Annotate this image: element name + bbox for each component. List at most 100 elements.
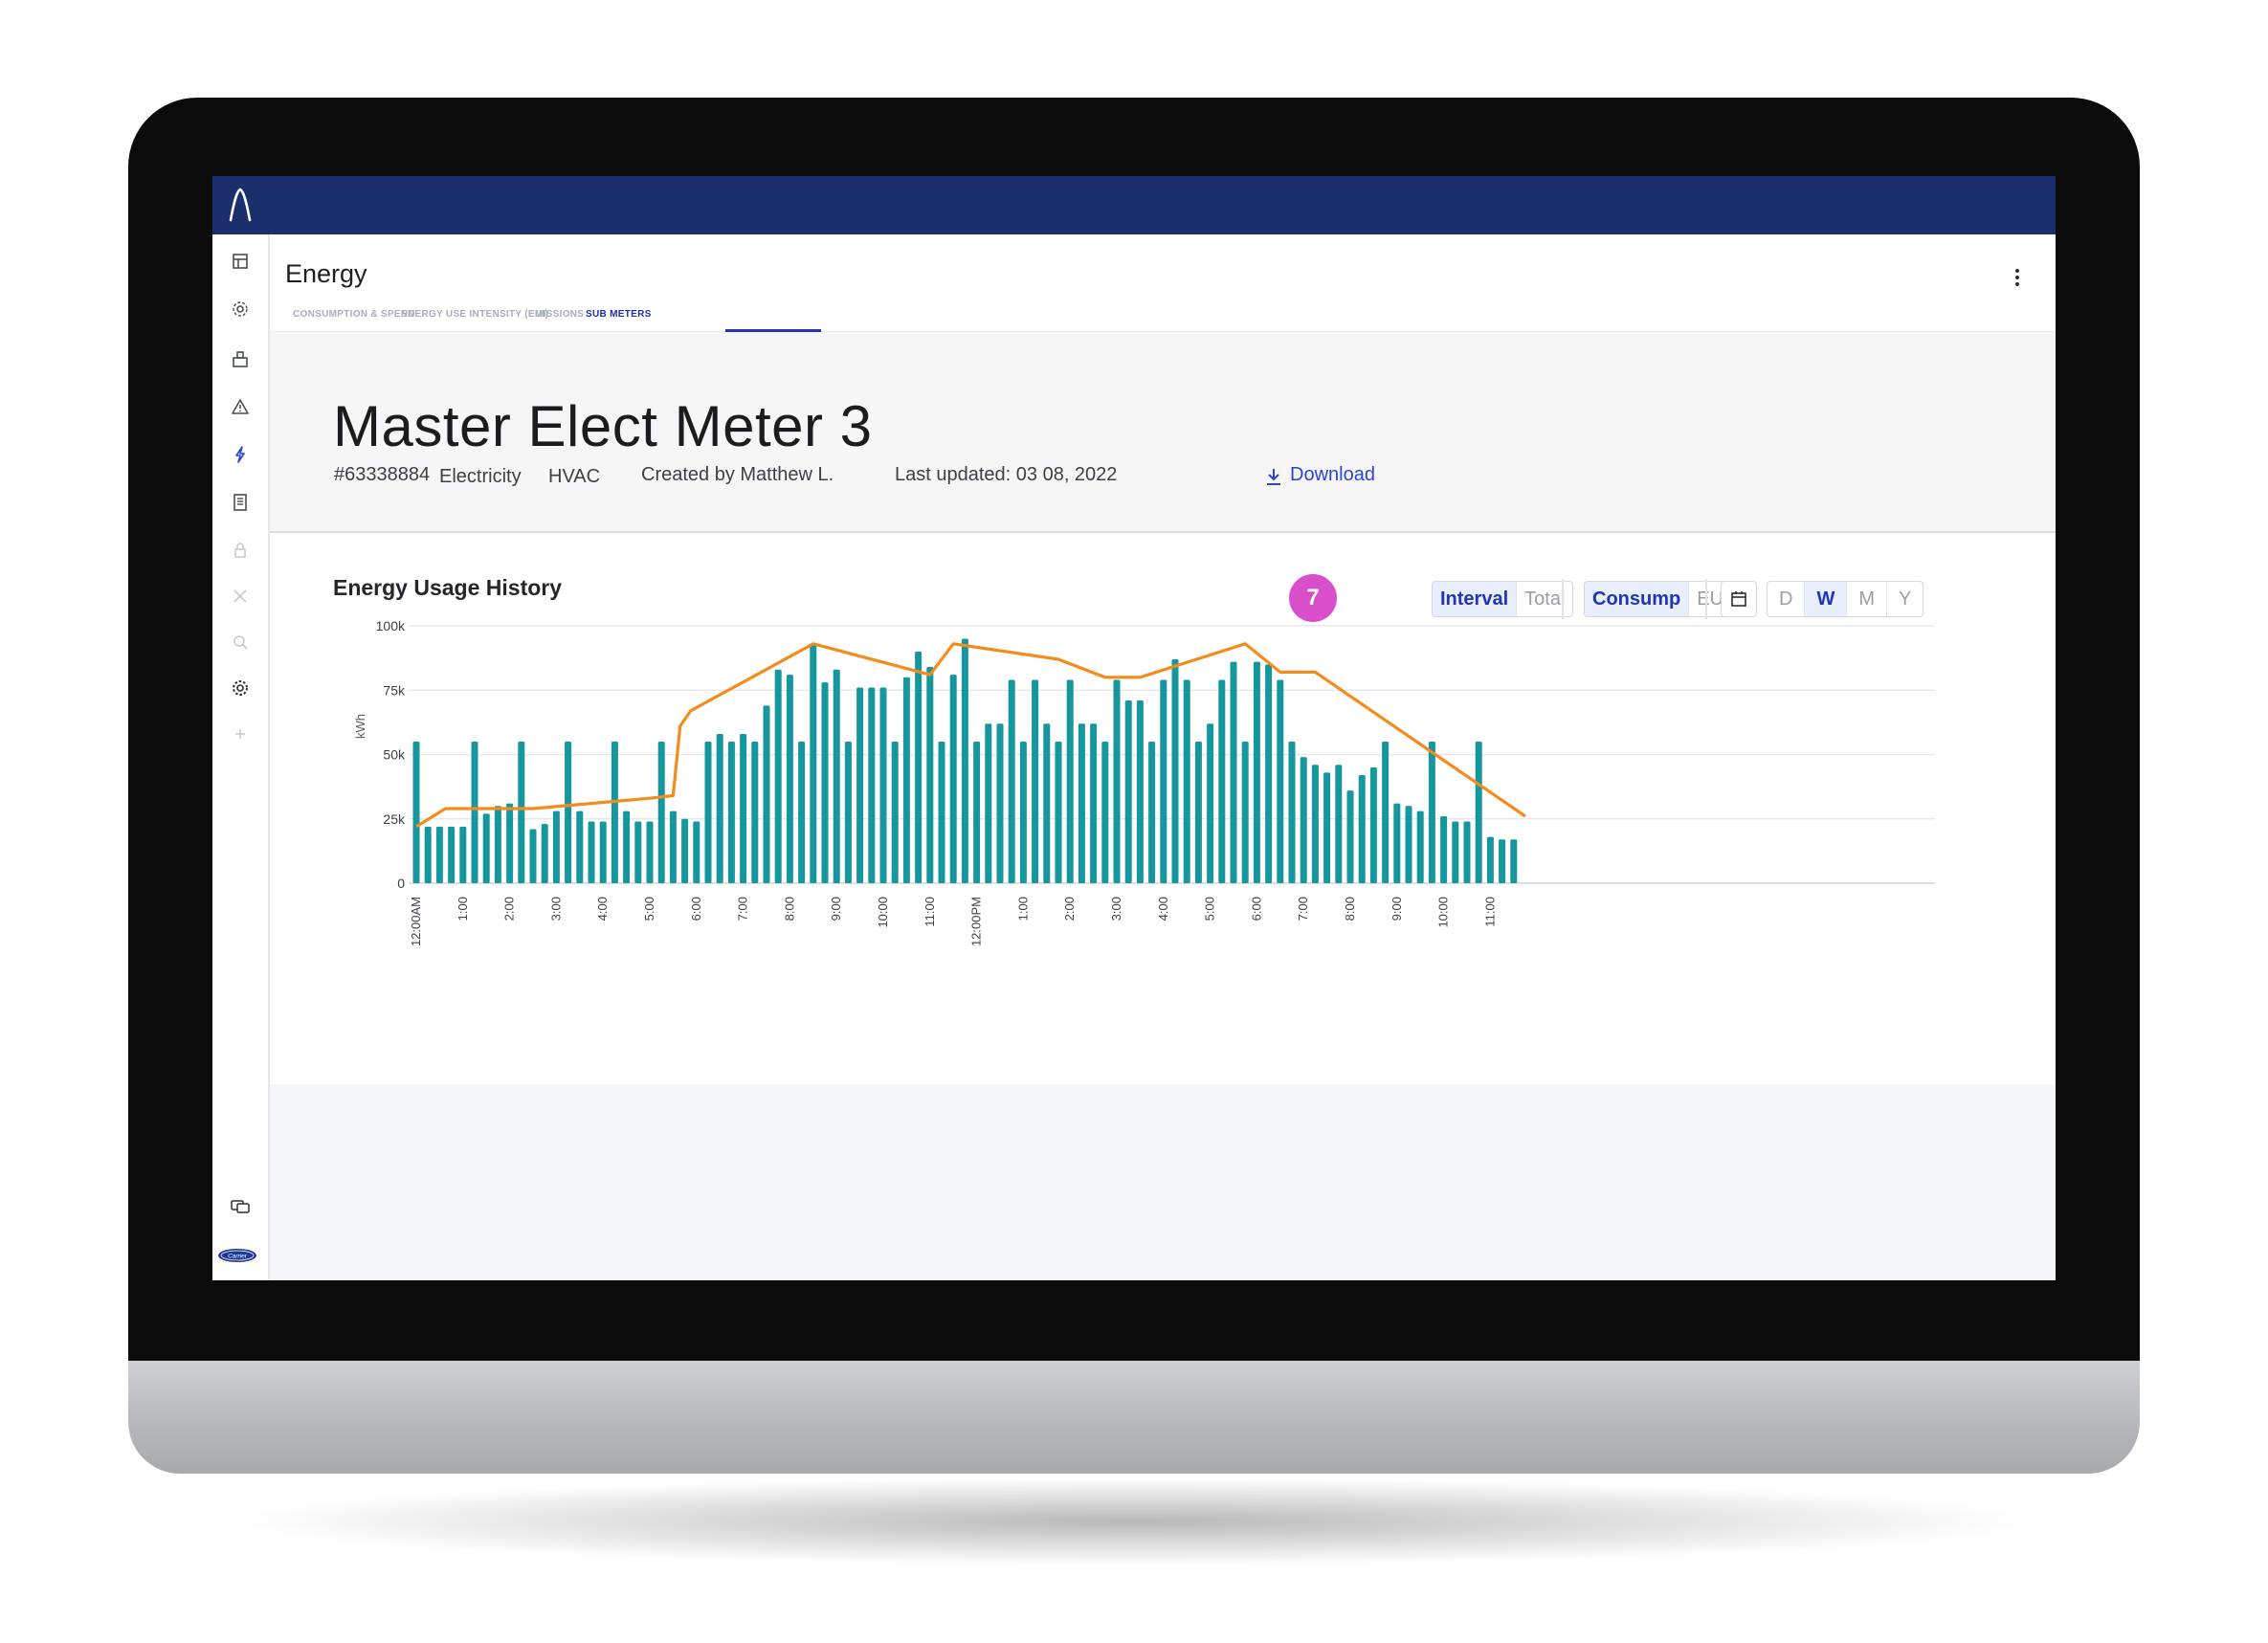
chart-bar[interactable]: [1136, 700, 1144, 883]
chart-bar[interactable]: [1230, 661, 1237, 883]
chart-bar[interactable]: [1008, 679, 1015, 883]
energy-icon[interactable]: [227, 441, 254, 468]
chart-bar[interactable]: [1486, 836, 1494, 883]
tab-consumption-spend[interactable]: CONSUMPTION & SPEND: [293, 309, 415, 320]
chart-bar[interactable]: [891, 742, 899, 883]
chart-bar[interactable]: [1323, 772, 1331, 883]
chart-bar[interactable]: [1428, 742, 1435, 883]
chart-bar[interactable]: [412, 742, 420, 883]
chart-bar[interactable]: [1335, 765, 1343, 883]
chart-bar[interactable]: [1440, 816, 1448, 883]
chart-bar[interactable]: [506, 803, 514, 883]
chart-bar[interactable]: [611, 742, 618, 883]
chart-bar[interactable]: [1078, 723, 1085, 883]
chart-bar[interactable]: [856, 687, 864, 883]
chart-bar[interactable]: [844, 742, 852, 883]
chart-bar[interactable]: [435, 826, 443, 883]
lock-icon[interactable]: [227, 537, 254, 564]
chart-bar[interactable]: [716, 733, 723, 883]
chart-bar[interactable]: [529, 829, 537, 883]
devices-icon[interactable]: [227, 296, 254, 322]
chart-bar[interactable]: [1113, 679, 1121, 883]
chart-bar[interactable]: [926, 667, 934, 883]
chart-bar[interactable]: [1019, 742, 1027, 883]
chart-bar[interactable]: [459, 826, 467, 883]
chart-bar[interactable]: [1405, 806, 1412, 883]
chart-bar[interactable]: [879, 687, 887, 883]
chart-bar[interactable]: [938, 742, 945, 883]
chart-bar[interactable]: [1043, 723, 1051, 883]
tab-sub-meters[interactable]: SUB METERS: [586, 309, 652, 320]
chart-bar[interactable]: [704, 742, 712, 883]
chart-bar[interactable]: [1311, 765, 1319, 883]
chart-bar[interactable]: [1218, 679, 1226, 883]
chart-bar[interactable]: [751, 742, 759, 883]
chart-bar[interactable]: [798, 742, 806, 883]
add-icon[interactable]: [227, 721, 254, 747]
chart-bar[interactable]: [552, 810, 560, 883]
chart-bar[interactable]: [1510, 839, 1518, 883]
chart-bar[interactable]: [448, 826, 456, 883]
chart-bar[interactable]: [1253, 661, 1260, 883]
chart-bar[interactable]: [599, 821, 607, 883]
chart-bar[interactable]: [1277, 679, 1284, 883]
chart-bar[interactable]: [763, 705, 770, 883]
chart-bar[interactable]: [1207, 723, 1214, 883]
chart-bar[interactable]: [693, 821, 700, 883]
chart-bar[interactable]: [1452, 821, 1459, 883]
chart-bar[interactable]: [1463, 821, 1471, 883]
download-link[interactable]: Download: [1290, 464, 1375, 486]
download-icon[interactable]: [1263, 466, 1284, 487]
chart-bar[interactable]: [424, 826, 432, 883]
reports-icon[interactable]: [227, 489, 254, 516]
chart-bar[interactable]: [1241, 742, 1249, 883]
chart-bar[interactable]: [518, 742, 525, 883]
chart-bar[interactable]: [1148, 742, 1156, 883]
app-logo-icon[interactable]: [226, 186, 255, 224]
chart-bar[interactable]: [1369, 766, 1377, 883]
chart-bar[interactable]: [1171, 658, 1179, 883]
chart-bar[interactable]: [902, 677, 910, 883]
chart-bar[interactable]: [1160, 679, 1167, 883]
chart-bar[interactable]: [1393, 803, 1401, 883]
chart-bar[interactable]: [868, 687, 876, 883]
chart-bar[interactable]: [1265, 664, 1273, 883]
settings-icon[interactable]: [227, 675, 254, 701]
equipment-icon[interactable]: [227, 345, 254, 372]
chart-bar[interactable]: [1346, 790, 1354, 883]
chart-bar[interactable]: [657, 742, 665, 883]
chart-bar[interactable]: [494, 806, 501, 883]
chart-bar[interactable]: [1055, 742, 1062, 883]
chart-bar[interactable]: [681, 818, 689, 883]
chart-bar[interactable]: [915, 651, 923, 883]
chart-bar[interactable]: [482, 813, 490, 883]
analytics-icon[interactable]: [227, 629, 254, 655]
tab-energy-use-intensity[interactable]: ENERGY USE INTENSITY (EUI): [401, 309, 548, 320]
chart-bar[interactable]: [1032, 679, 1039, 883]
chart-bar[interactable]: [1066, 679, 1074, 883]
chart-bar[interactable]: [646, 821, 654, 883]
chart-bar[interactable]: [1090, 723, 1098, 883]
chart-bar[interactable]: [1416, 810, 1424, 883]
chart-bar[interactable]: [623, 810, 631, 883]
chart-bar[interactable]: [1499, 839, 1506, 883]
chart-bar[interactable]: [985, 723, 992, 883]
chart-bar[interactable]: [949, 675, 957, 883]
chart-bar[interactable]: [1382, 742, 1390, 883]
chart-bar[interactable]: [588, 821, 595, 883]
chart-bar[interactable]: [1183, 679, 1190, 883]
chart-bar[interactable]: [727, 742, 735, 883]
chart-bar[interactable]: [821, 682, 829, 883]
chart-bar[interactable]: [961, 638, 968, 883]
chart-bar[interactable]: [1194, 742, 1202, 883]
chart-bar[interactable]: [1475, 742, 1482, 883]
chart-bar[interactable]: [471, 742, 478, 883]
chart-bar[interactable]: [1358, 775, 1366, 883]
chart-bar[interactable]: [740, 733, 747, 883]
chart-bar[interactable]: [1300, 757, 1307, 883]
chart-bar[interactable]: [565, 742, 572, 883]
chart-bar[interactable]: [996, 723, 1004, 883]
more-options-icon[interactable]: [2015, 269, 2021, 288]
tools-icon[interactable]: [227, 583, 254, 610]
chart-bar[interactable]: [1124, 700, 1132, 883]
